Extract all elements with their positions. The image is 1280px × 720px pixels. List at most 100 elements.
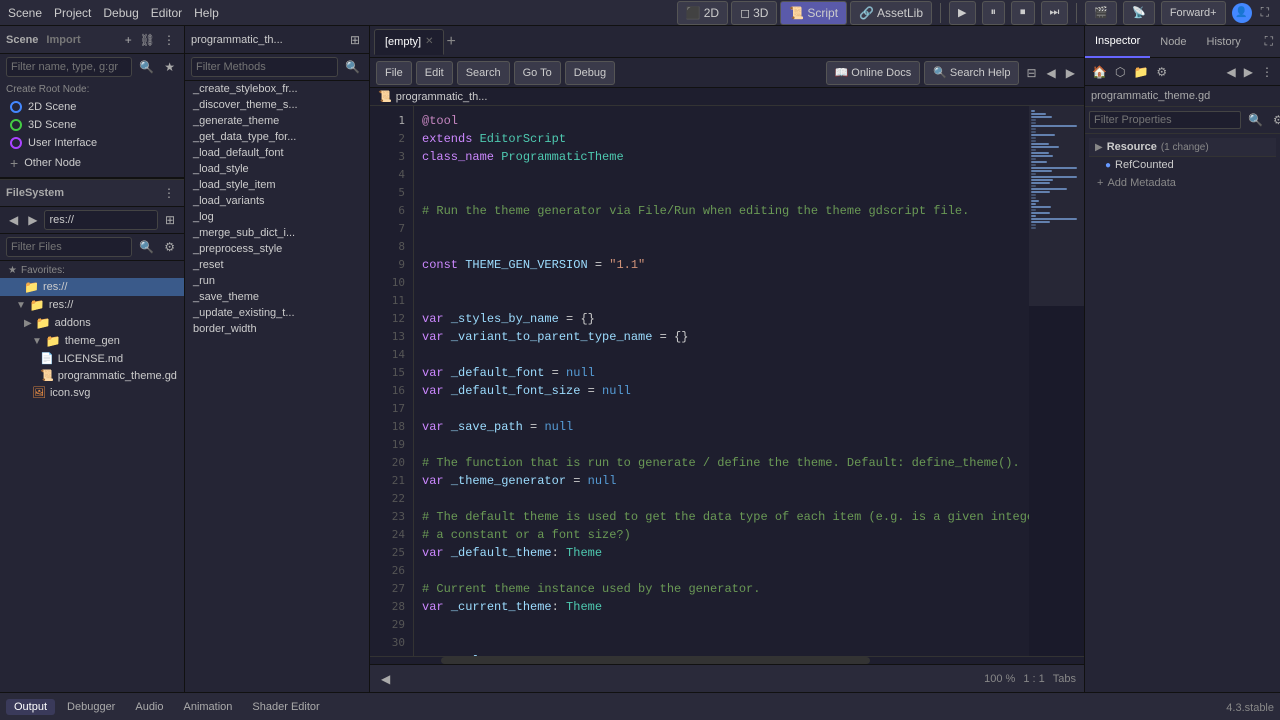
method-item[interactable]: _generate_theme — [185, 113, 369, 129]
inspector-options-btn[interactable]: ⋮ — [1258, 64, 1276, 80]
expand-btn[interactable]: ⛶ — [1262, 33, 1276, 50]
stop-btn[interactable]: ⏹ — [1011, 1, 1035, 25]
h-scroll-thumb[interactable] — [441, 657, 869, 664]
scene-search-input[interactable] — [11, 61, 127, 73]
fs-back-btn[interactable]: ◀ — [6, 212, 21, 228]
collapse-btn[interactable]: ◀ — [378, 671, 393, 687]
forward-btn[interactable]: Forward+ — [1161, 1, 1226, 25]
forward-btn-inspector[interactable]: ▶ — [1241, 64, 1256, 80]
fs-layout-btn[interactable]: ⊞ — [162, 212, 178, 228]
add-node-btn[interactable]: + — [122, 32, 135, 48]
menu-debug[interactable]: Debug — [103, 6, 138, 20]
method-item[interactable]: _log — [185, 209, 369, 225]
prev-btn[interactable]: ◀ — [1044, 65, 1059, 81]
tab-close-btn[interactable]: ✕ — [425, 36, 433, 47]
toolbar-3d-btn[interactable]: ◻ 3D — [731, 1, 777, 25]
filter-settings-btn[interactable]: ⚙ — [1270, 112, 1280, 128]
code-content[interactable]: @toolextends EditorScriptclass_name Prog… — [414, 106, 1029, 656]
fs-theme-gen[interactable]: ▼ 📁 theme_gen — [0, 332, 184, 350]
method-item[interactable]: _load_default_font — [185, 145, 369, 161]
method-item[interactable]: _update_existing_t... — [185, 305, 369, 321]
fs-search-input[interactable] — [11, 241, 127, 253]
toolbar-assetlib-btn[interactable]: 🔗 AssetLib — [850, 1, 932, 25]
tab-inspector[interactable]: Inspector — [1085, 26, 1150, 58]
pause-btn[interactable]: ⏸ — [982, 1, 1006, 25]
tab-add-btn[interactable]: + — [446, 33, 455, 51]
search-menu-btn[interactable]: Search — [457, 61, 510, 85]
maximize-btn[interactable]: ⛶ — [1258, 4, 1272, 21]
play-btn[interactable]: ▶ — [949, 1, 975, 25]
method-item[interactable]: _load_style — [185, 161, 369, 177]
method-item[interactable]: _run — [185, 273, 369, 289]
tab-debugger[interactable]: Debugger — [59, 699, 123, 715]
method-item[interactable]: _preprocess_style — [185, 241, 369, 257]
scene-search-btn[interactable]: 🔍 — [136, 57, 157, 77]
remote-btn[interactable]: 📡 — [1123, 1, 1155, 25]
tab-output[interactable]: Output — [6, 699, 55, 715]
methods-search-btn[interactable]: 🔍 — [342, 57, 363, 77]
toolbar-2d-btn[interactable]: ⬛ 2D — [677, 1, 728, 25]
fs-options-btn[interactable]: ⋮ — [160, 185, 178, 201]
user-avatar[interactable]: 👤 — [1232, 3, 1252, 23]
link-btn[interactable]: ⛓ — [137, 32, 158, 48]
movie-btn[interactable]: 🎬 — [1085, 1, 1117, 25]
tab-history[interactable]: History — [1197, 26, 1251, 58]
fs-filter-btn[interactable]: ⚙ — [161, 237, 178, 257]
tab-shader-editor[interactable]: Shader Editor — [244, 699, 327, 715]
debug-menu-btn[interactable]: Debug — [565, 61, 615, 85]
inspector-folder-btn[interactable]: 📁 — [1130, 64, 1151, 80]
methods-options-btn[interactable]: ⊞ — [347, 32, 363, 48]
search-help-btn[interactable]: 🔍 Search Help — [924, 61, 1019, 85]
method-item[interactable]: _save_theme — [185, 289, 369, 305]
online-docs-btn[interactable]: 📖 Online Docs — [826, 61, 921, 85]
fs-res-root[interactable]: ▼ 📁 res:// — [0, 296, 184, 314]
create-2d-scene[interactable]: 2D Scene — [6, 99, 178, 115]
step-btn[interactable]: ⏭ — [1041, 1, 1069, 25]
method-item[interactable]: _discover_theme_s... — [185, 97, 369, 113]
inspector-settings-btn[interactable]: ⚙ — [1153, 64, 1170, 80]
fs-icon-svg[interactable]: 🖼 icon.svg — [0, 384, 184, 401]
filter-properties-input[interactable] — [1089, 111, 1241, 129]
method-item[interactable]: _reset — [185, 257, 369, 273]
tab-animation[interactable]: Animation — [176, 699, 241, 715]
fs-res-item[interactable]: 📁 res:// — [0, 278, 184, 296]
fs-license[interactable]: 📄 LICENSE.md — [0, 350, 184, 367]
tab-node[interactable]: Node — [1150, 26, 1196, 58]
methods-search-input[interactable] — [196, 61, 333, 73]
method-item[interactable]: _create_stylebox_fr... — [185, 81, 369, 97]
method-item[interactable]: _load_variants — [185, 193, 369, 209]
layout-toggle-btn[interactable]: ⊟ — [1023, 65, 1039, 81]
tab-empty[interactable]: [empty] ✕ — [374, 29, 444, 55]
add-metadata-btn[interactable]: + Add Metadata — [1089, 173, 1276, 193]
tab-audio[interactable]: Audio — [127, 699, 171, 715]
create-other-node[interactable]: + Other Node — [6, 153, 178, 173]
menu-editor[interactable]: Editor — [151, 6, 182, 20]
methods-search-field[interactable] — [191, 57, 338, 77]
create-3d-scene[interactable]: 3D Scene — [6, 117, 178, 133]
file-menu-btn[interactable]: File — [376, 61, 412, 85]
inspector-node-btn[interactable]: ⬡ — [1112, 64, 1128, 80]
inspector-scene-btn[interactable]: 🏠 — [1089, 64, 1110, 80]
back-btn-inspector[interactable]: ◀ — [1224, 64, 1239, 80]
fs-forward-btn[interactable]: ▶ — [25, 212, 40, 228]
scene-search-field[interactable] — [6, 57, 132, 77]
menu-scene[interactable]: Scene — [8, 6, 42, 20]
next-btn[interactable]: ▶ — [1063, 65, 1078, 81]
menu-project[interactable]: Project — [54, 6, 91, 20]
method-item[interactable]: border_width — [185, 321, 369, 337]
scene-options-btn[interactable]: ⋮ — [160, 32, 178, 48]
method-item[interactable]: _merge_sub_dict_i... — [185, 225, 369, 241]
edit-menu-btn[interactable]: Edit — [416, 61, 453, 85]
menu-help[interactable]: Help — [194, 6, 219, 20]
method-item[interactable]: _get_data_type_for... — [185, 129, 369, 145]
fs-addons[interactable]: ▶ 📁 addons — [0, 314, 184, 332]
fs-search-field[interactable] — [6, 237, 132, 257]
create-ui-scene[interactable]: User Interface — [6, 135, 178, 151]
filter-search-btn[interactable]: 🔍 — [1245, 112, 1266, 128]
method-item[interactable]: _load_style_item — [185, 177, 369, 193]
horizontal-scrollbar[interactable] — [370, 656, 1084, 664]
fs-programmatic[interactable]: 📜 programmatic_theme.gd — [0, 367, 184, 384]
scene-star-btn[interactable]: ★ — [161, 57, 178, 77]
goto-menu-btn[interactable]: Go To — [514, 61, 561, 85]
fs-search-btn[interactable]: 🔍 — [136, 237, 157, 257]
